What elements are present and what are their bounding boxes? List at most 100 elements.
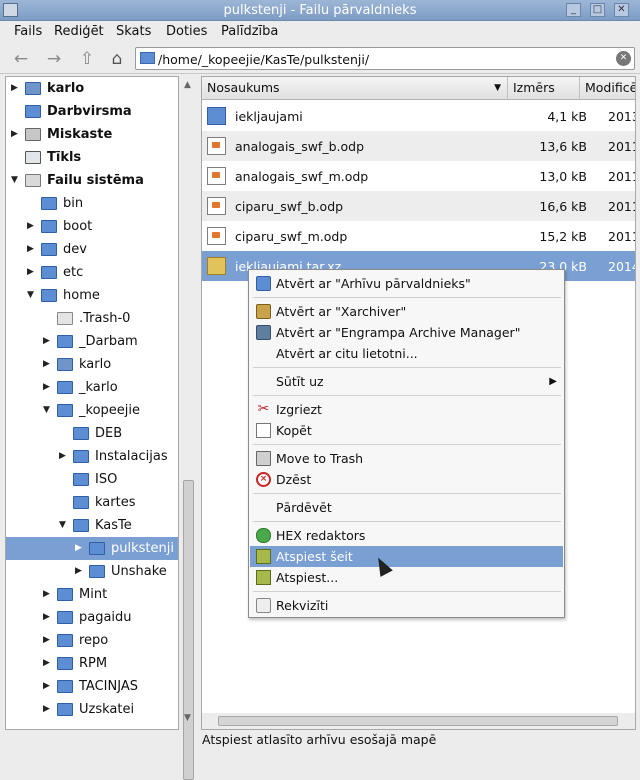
column-size[interactable]: Izmērs <box>508 77 580 100</box>
sidebar-item[interactable]: ▶ pagaidu <box>6 606 178 629</box>
expander-down-icon[interactable]: ▼ <box>11 169 21 192</box>
context-menu-item[interactable]: Move to Trash <box>250 448 563 469</box>
sidebar-item[interactable]: ▼ _kopeejie <box>6 399 178 422</box>
horizontal-scrollbar[interactable] <box>202 713 635 729</box>
location-bar[interactable]: /home/_kopeejie/KasTe/pulkstenji/ ✕ <box>135 47 635 70</box>
context-menu-item[interactable]: Sūtīt uz ▶ <box>250 371 563 392</box>
sidebar-item[interactable]: ▼ home <box>6 284 178 307</box>
sidebar-item[interactable]: ▶ etc <box>6 261 178 284</box>
sidebar-item[interactable]: DEB <box>6 422 178 445</box>
expander-right-icon[interactable]: ▶ <box>11 77 21 100</box>
home-icon[interactable]: ⌂ <box>106 48 128 70</box>
sidebar-item[interactable]: kartes <box>6 491 178 514</box>
sidebar-item[interactable]: bin <box>6 192 178 215</box>
menu-file[interactable]: Fails <box>14 24 42 39</box>
sidebar-item[interactable]: ▶ Mint <box>6 583 178 606</box>
file-name: iekljaujami <box>235 109 303 124</box>
sidebar-item[interactable]: ▶ dev <box>6 238 178 261</box>
file-row[interactable]: ciparu_swf_b.odp 16,6 kB 2011-12- <box>202 191 635 221</box>
sidebar-item[interactable]: ▶ karlo <box>6 77 178 100</box>
close-button[interactable]: ✕ <box>614 3 629 17</box>
sidebar-item[interactable]: Darbvirsma <box>6 100 178 123</box>
sidebar-item[interactable]: ▶ _Darbam <box>6 330 178 353</box>
menu-edit[interactable]: Rediģēt <box>54 24 104 39</box>
context-menu-item[interactable]: × Dzēst <box>250 469 563 490</box>
sidebar-item[interactable]: ▶ Instalacijas <box>6 445 178 468</box>
context-menu-item[interactable]: Rekvizīti <box>250 595 563 616</box>
sidebar-item[interactable]: Tīkls <box>6 146 178 169</box>
sidebar-item[interactable]: ISO <box>6 468 178 491</box>
expander-right-icon[interactable]: ▶ <box>43 652 53 675</box>
expander-right-icon[interactable]: ▶ <box>43 330 53 353</box>
expander-right-icon[interactable]: ▶ <box>43 606 53 629</box>
sidebar-item[interactable]: ▶ Miskaste <box>6 123 178 146</box>
menu-view[interactable]: Skats <box>116 24 151 39</box>
expander-right-icon[interactable]: ▶ <box>43 583 53 606</box>
file-row[interactable]: analogais_swf_b.odp 13,6 kB 2011-12- <box>202 131 635 161</box>
back-icon[interactable]: ← <box>10 48 32 70</box>
scroll-down-icon[interactable]: ▼ <box>184 713 191 723</box>
folder-icon <box>57 611 73 624</box>
scrollbar-thumb[interactable] <box>183 480 194 780</box>
expander-right-icon[interactable]: ▶ <box>27 238 37 261</box>
expander-right-icon[interactable]: ▶ <box>59 445 69 468</box>
expander-right-icon[interactable]: ▶ <box>75 560 85 583</box>
expander-right-icon[interactable]: ▶ <box>43 353 53 376</box>
up-icon[interactable]: ⇧ <box>76 48 98 70</box>
expander-right-icon[interactable]: ▶ <box>43 376 53 399</box>
location-path[interactable]: /home/_kopeejie/KasTe/pulkstenji/ <box>158 52 369 67</box>
file-size: 15,2 kB <box>539 229 587 244</box>
expander-right-icon[interactable]: ▶ <box>27 261 37 284</box>
sidebar-scrollbar[interactable]: ▲ ▼ <box>180 76 197 780</box>
sidebar-item[interactable]: ▼ Failu sistēma <box>6 169 178 192</box>
expander-right-icon[interactable]: ▶ <box>11 123 21 146</box>
sidebar-item[interactable]: ▼ KasTe <box>6 514 178 537</box>
sidebar-item[interactable]: ▶ TACINJAS <box>6 675 178 698</box>
sidebar-item[interactable]: ▶ pulkstenji <box>6 537 178 560</box>
sidebar-item-label: ISO <box>95 472 118 487</box>
context-menu-item[interactable]: HEX redaktors <box>250 525 563 546</box>
menu-go[interactable]: Doties <box>166 24 207 39</box>
scroll-up-icon[interactable]: ▲ <box>184 80 191 90</box>
expander-down-icon[interactable]: ▼ <box>43 399 53 422</box>
minimize-button[interactable]: _ <box>566 3 581 17</box>
sidebar-item[interactable]: ▶ karlo <box>6 353 178 376</box>
sidebar-item[interactable]: .Trash-0 <box>6 307 178 330</box>
folder-icon <box>57 404 73 417</box>
file-row[interactable]: iekljaujami 4,1 kB 2013-02- <box>202 101 635 131</box>
context-menu-item[interactable]: Atspiest... <box>250 567 563 588</box>
expander-down-icon[interactable]: ▼ <box>27 284 37 307</box>
menu-help[interactable]: Palīdzība <box>221 24 278 39</box>
sidebar-item[interactable]: ▶ RPM <box>6 652 178 675</box>
context-menu-item[interactable]: Atvērt ar citu lietotni... <box>250 343 563 364</box>
file-row[interactable]: ciparu_swf_m.odp 15,2 kB 2011-12- <box>202 221 635 251</box>
sidebar-item[interactable]: ▶ Unshake <box>6 560 178 583</box>
scrollbar-thumb[interactable] <box>218 716 618 726</box>
expander-right-icon[interactable]: ▶ <box>43 698 53 721</box>
expander-right-icon[interactable]: ▶ <box>75 537 85 560</box>
context-menu-item[interactable]: Atvērt ar "Xarchiver" <box>250 301 563 322</box>
context-menu-item[interactable]: Atspiest šeit <box>250 546 563 567</box>
maximize-button[interactable]: □ <box>590 3 605 17</box>
context-menu-item[interactable]: Atvērt ar "Arhīvu pārvaldnieks" <box>250 273 563 294</box>
context-menu-item[interactable]: Atvērt ar "Engrampa Archive Manager" <box>250 322 563 343</box>
context-menu-item[interactable]: Kopēt <box>250 420 563 441</box>
expander-right-icon[interactable]: ▶ <box>43 675 53 698</box>
sidebar-item[interactable]: ▶ repo <box>6 629 178 652</box>
sidebar-item[interactable]: ▶ _karlo <box>6 376 178 399</box>
sidebar-item[interactable]: ▶ Uzskatei <box>6 698 178 721</box>
forward-icon[interactable]: → <box>43 48 65 70</box>
sidebar-item[interactable]: ▶ boot <box>6 215 178 238</box>
file-row[interactable]: analogais_swf_m.odp 13,0 kB 2011-12- <box>202 161 635 191</box>
context-menu-item[interactable]: ✂ Izgriezt <box>250 399 563 420</box>
folder-icon <box>57 657 73 670</box>
column-modified[interactable]: Modificē <box>580 77 635 100</box>
sidebar-item-label: KasTe <box>95 518 132 533</box>
expander-right-icon[interactable]: ▶ <box>43 629 53 652</box>
sidebar-item-label: home <box>63 288 100 303</box>
clear-icon[interactable]: ✕ <box>616 51 631 66</box>
context-menu-item[interactable]: Pārdēvēt <box>250 497 563 518</box>
expander-down-icon[interactable]: ▼ <box>59 514 69 537</box>
column-name[interactable]: Nosaukums ▼ <box>202 77 508 100</box>
expander-right-icon[interactable]: ▶ <box>27 215 37 238</box>
